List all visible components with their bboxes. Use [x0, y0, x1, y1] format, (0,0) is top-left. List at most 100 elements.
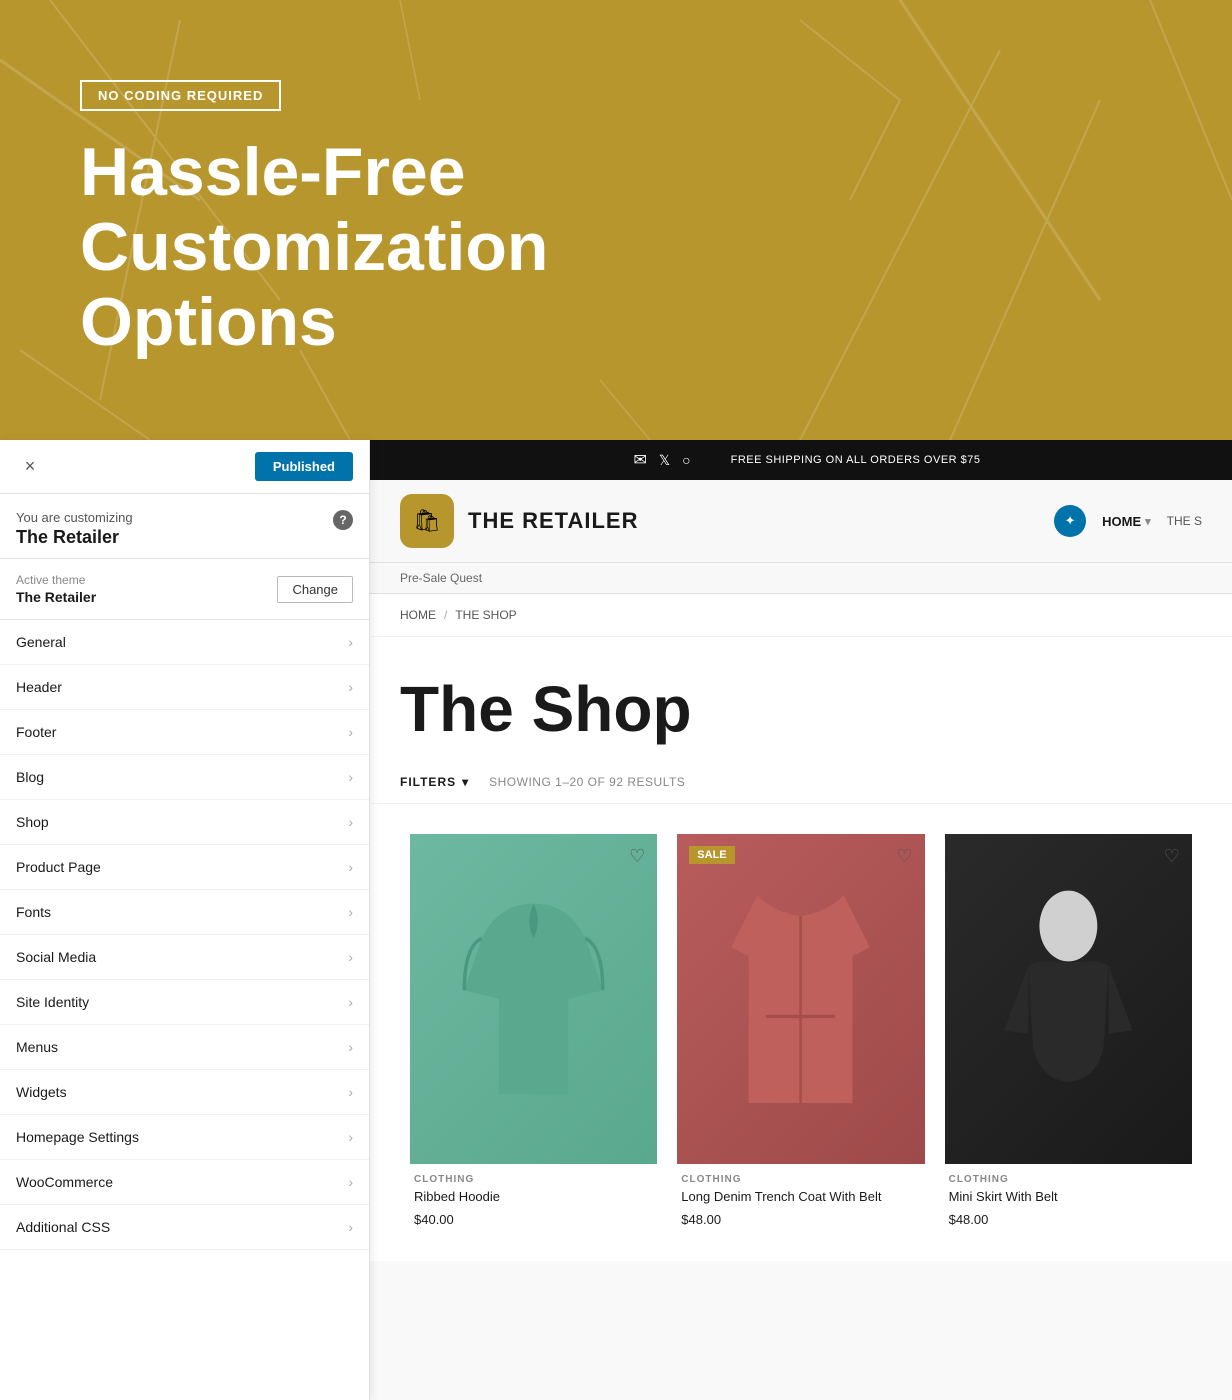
product-card: ♡ CLOTHING Mini Skirt With Belt $48.00	[935, 824, 1202, 1241]
chevron-right-icon: ›	[348, 634, 353, 650]
customizer-panel: × Published You are customizing The Reta…	[0, 440, 370, 1400]
menu-item-footer[interactable]: Footer ›	[0, 710, 369, 755]
wishlist-button[interactable]: ♡	[629, 846, 645, 867]
filters-button[interactable]: FILTERS ▾	[400, 775, 469, 789]
store-header: 🛍 THE RETAILER ✦ HOME ▾ THE S	[370, 480, 1232, 563]
product-price: $48.00	[681, 1212, 920, 1227]
product-grid: ♡ CLOTHING Ribbed Hoodie $40.00 SALE ♡ C…	[370, 804, 1232, 1261]
preview-area:  ✉ 𝕏 ○ FREE SHIPPING ON ALL ORDERS OVER…	[370, 440, 1232, 1400]
chevron-right-icon: ›	[348, 679, 353, 695]
chevron-right-icon: ›	[348, 814, 353, 830]
menu-item-shop[interactable]: Shop ›	[0, 800, 369, 845]
product-image: ♡	[945, 834, 1192, 1164]
presale-row: Pre-Sale Quest	[370, 563, 1232, 594]
hero-section: NO CODING REQUIRED Hassle-Free Customiza…	[0, 0, 1232, 440]
results-count-text: SHOWING 1–20 OF 92 RESULTS	[489, 775, 685, 789]
preview-topbar:  ✉ 𝕏 ○ FREE SHIPPING ON ALL ORDERS OVER…	[370, 440, 1232, 480]
customizer-close-button[interactable]: ×	[16, 453, 44, 481]
hero-badge: NO CODING REQUIRED	[80, 80, 281, 111]
menu-item-label: Blog	[16, 769, 44, 785]
product-category: CLOTHING	[949, 1174, 1188, 1185]
shop-title: The Shop	[400, 677, 1202, 741]
chevron-right-icon: ›	[348, 904, 353, 920]
product-info: CLOTHING Ribbed Hoodie $40.00	[410, 1164, 657, 1231]
store-logo-icon: 🛍	[400, 494, 454, 548]
product-name: Mini Skirt With Belt	[949, 1189, 1188, 1206]
menu-item-homepage-settings[interactable]: Homepage Settings ›	[0, 1115, 369, 1160]
menu-item-additional-css[interactable]: Additional CSS ›	[0, 1205, 369, 1250]
product-category: CLOTHING	[414, 1174, 653, 1185]
product-card: ♡ CLOTHING Ribbed Hoodie $40.00	[400, 824, 667, 1241]
menu-item-label: Footer	[16, 724, 56, 740]
menu-item-header[interactable]: Header ›	[0, 665, 369, 710]
wishlist-button[interactable]: ♡	[896, 846, 912, 867]
menu-item-label: Widgets	[16, 1084, 67, 1100]
menu-item-woocommerce[interactable]: WooCommerce ›	[0, 1160, 369, 1205]
hero-title: Hassle-Free Customization Options	[80, 135, 780, 359]
instagram-icon: ○	[682, 452, 690, 468]
menu-item-label: WooCommerce	[16, 1174, 113, 1190]
nav-icon-button[interactable]: ✦	[1054, 505, 1086, 537]
menu-item-widgets[interactable]: Widgets ›	[0, 1070, 369, 1115]
product-info: CLOTHING Long Denim Trench Coat With Bel…	[677, 1164, 924, 1231]
active-theme-label: Active theme	[16, 573, 96, 587]
chevron-right-icon: ›	[348, 1219, 353, 1235]
store-nav: ✦ HOME ▾ THE S	[1054, 505, 1202, 537]
menu-item-label: Header	[16, 679, 62, 695]
breadcrumb-current: THE SHOP	[455, 608, 516, 622]
store-logo-text: THE RETAILER	[468, 508, 638, 534]
product-name: Long Denim Trench Coat With Belt	[681, 1189, 920, 1206]
menu-item-label: Shop	[16, 814, 49, 830]
nav-extra-link: THE S	[1167, 514, 1202, 528]
breadcrumb-separator: /	[444, 608, 447, 622]
wishlist-button[interactable]: ♡	[1164, 846, 1180, 867]
customizer-info-row: You are customizing The Retailer ?	[0, 494, 369, 559]
product-name: Ribbed Hoodie	[414, 1189, 653, 1206]
customizer-theme-name: The Retailer	[16, 527, 133, 548]
menu-item-label: General	[16, 634, 66, 650]
chevron-right-icon: ›	[348, 859, 353, 875]
store-logo-area: 🛍 THE RETAILER	[400, 494, 638, 548]
nav-home-link[interactable]: HOME ▾	[1096, 514, 1157, 529]
help-icon[interactable]: ?	[333, 510, 353, 530]
twitter-icon: 𝕏	[659, 452, 670, 469]
chevron-right-icon: ›	[348, 1174, 353, 1190]
topbar-text: FREE SHIPPING ON ALL ORDERS OVER $75	[731, 454, 981, 466]
product-price: $48.00	[949, 1212, 1188, 1227]
menu-item-fonts[interactable]: Fonts ›	[0, 890, 369, 935]
menu-item-product-page[interactable]: Product Page›	[0, 845, 369, 890]
customizer-menu-list: General›Header›Footer›Blog›Shop›Product …	[0, 620, 369, 1250]
menu-item-menus[interactable]: Menus›	[0, 1025, 369, 1070]
menu-item-label: Additional CSS	[16, 1219, 110, 1235]
product-info: CLOTHING Mini Skirt With Belt $48.00	[945, 1164, 1192, 1231]
menu-item-general[interactable]: General ›	[0, 620, 369, 665]
chevron-right-icon: ›	[348, 949, 353, 965]
active-theme-row: Active theme The Retailer Change	[0, 559, 369, 620]
breadcrumb: HOME / THE SHOP	[370, 594, 1232, 637]
product-category: CLOTHING	[681, 1174, 920, 1185]
product-image: SALE ♡	[677, 834, 924, 1164]
active-theme-name: The Retailer	[16, 589, 96, 605]
customizer-topbar: × Published	[0, 440, 369, 494]
menu-item-blog[interactable]: Blog ›	[0, 755, 369, 800]
menu-item-site-identity[interactable]: Site Identity›	[0, 980, 369, 1025]
change-theme-button[interactable]: Change	[277, 576, 353, 603]
product-card: SALE ♡ CLOTHING Long Denim Trench Coat W…	[667, 824, 934, 1241]
chevron-right-icon: ›	[348, 1084, 353, 1100]
menu-item-label: Social Media	[16, 949, 96, 965]
menu-item-label: Fonts	[16, 904, 51, 920]
chevron-right-icon: ›	[348, 724, 353, 740]
shop-title-section: The Shop	[370, 637, 1232, 761]
breadcrumb-home: HOME	[400, 608, 436, 622]
sale-badge: SALE	[689, 846, 734, 864]
chevron-right-icon: ›	[348, 769, 353, 785]
messenger-icon: ✉	[633, 450, 646, 470]
social-icons-group:  ✉ 𝕏 ○	[621, 450, 690, 470]
menu-item-social-media[interactable]: Social Media ›	[0, 935, 369, 980]
menu-item-label: Menus	[16, 1039, 58, 1055]
menu-item-label: Site Identity	[16, 994, 89, 1010]
menu-item-label: Homepage Settings	[16, 1129, 139, 1145]
published-button[interactable]: Published	[255, 452, 353, 481]
product-price: $40.00	[414, 1212, 653, 1227]
chevron-right-icon: ›	[348, 1129, 353, 1145]
